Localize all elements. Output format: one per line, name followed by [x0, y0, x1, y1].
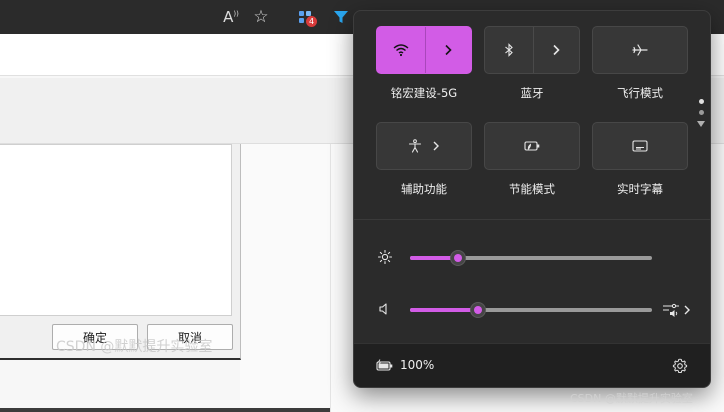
dialog-content-area — [0, 144, 232, 316]
extensions-badge: 4 — [306, 16, 317, 27]
airplane-mode-tile[interactable] — [592, 26, 688, 74]
captions-icon — [632, 140, 648, 152]
extensions-button[interactable]: 4 — [292, 4, 318, 30]
chevron-right-icon — [684, 305, 690, 315]
audio-output-icon — [663, 303, 679, 317]
bluetooth-expand[interactable] — [533, 27, 579, 73]
audio-output-button[interactable] — [662, 301, 696, 319]
chevron-down-icon[interactable] — [697, 121, 705, 127]
chevron-right-icon — [433, 141, 439, 151]
page-indicator[interactable] — [696, 99, 706, 127]
chevron-right-icon — [445, 44, 452, 56]
battery-saver-tile[interactable] — [484, 122, 580, 170]
battery-saver-icon — [524, 141, 540, 151]
battery-status[interactable]: 100% — [376, 358, 434, 372]
wifi-icon — [393, 44, 409, 57]
volume-thumb[interactable] — [469, 302, 486, 318]
star-icon: ☆ — [253, 7, 269, 27]
page-dot[interactable] — [698, 99, 704, 104]
accessibility-tile[interactable] — [376, 122, 472, 170]
filter-icon — [334, 11, 348, 23]
page-divider — [330, 144, 331, 412]
volume-fill — [410, 308, 478, 312]
settings-button[interactable] — [672, 358, 690, 376]
quick-settings-flyout: 铭宏建设-5G 蓝牙 飞行模式 辅助功能 节能模式 实时字幕 100% — [353, 10, 711, 388]
cancel-button[interactable]: 取消 — [147, 324, 233, 350]
brightness-thumb[interactable] — [450, 250, 467, 266]
page-dot[interactable] — [698, 110, 704, 115]
read-aloud-button[interactable]: A)) — [218, 4, 244, 30]
battery-charging-icon — [376, 359, 393, 371]
quick-settings-footer: 100% — [354, 343, 710, 387]
accessibility-icon — [408, 139, 422, 153]
wifi-expand[interactable] — [425, 27, 471, 73]
bluetooth-icon — [504, 43, 513, 57]
volume-slider[interactable] — [410, 302, 652, 318]
wifi-tile[interactable] — [376, 26, 472, 74]
sliders-section — [354, 219, 710, 343]
volume-icon[interactable] — [376, 300, 394, 318]
wifi-toggle[interactable] — [377, 27, 425, 73]
bluetooth-tile[interactable] — [484, 26, 580, 74]
wifi-label: 铭宏建设-5G — [390, 86, 458, 100]
chevron-right-icon — [553, 44, 560, 56]
dialog-window: 确定 取消 — [0, 144, 241, 360]
filter-extension-button[interactable] — [328, 4, 354, 30]
favorite-button[interactable]: ☆ — [248, 4, 274, 30]
gear-icon — [672, 358, 688, 373]
battery-percentage: 100% — [400, 358, 435, 372]
live-captions-tile[interactable] — [592, 122, 688, 170]
live-captions-label: 实时字幕 — [617, 182, 663, 196]
airplane-mode-label: 飞行模式 — [617, 86, 663, 100]
brightness-slider[interactable] — [410, 250, 652, 266]
ok-button[interactable]: 确定 — [52, 324, 138, 350]
battery-saver-label: 节能模式 — [509, 182, 555, 196]
bluetooth-label: 蓝牙 — [520, 86, 544, 100]
airplane-icon — [632, 44, 648, 56]
read-aloud-icon: A)) — [223, 8, 239, 26]
taskbar-edge — [0, 408, 330, 412]
bluetooth-toggle[interactable] — [485, 27, 533, 73]
brightness-icon — [376, 248, 394, 266]
accessibility-label: 辅助功能 — [401, 182, 447, 196]
